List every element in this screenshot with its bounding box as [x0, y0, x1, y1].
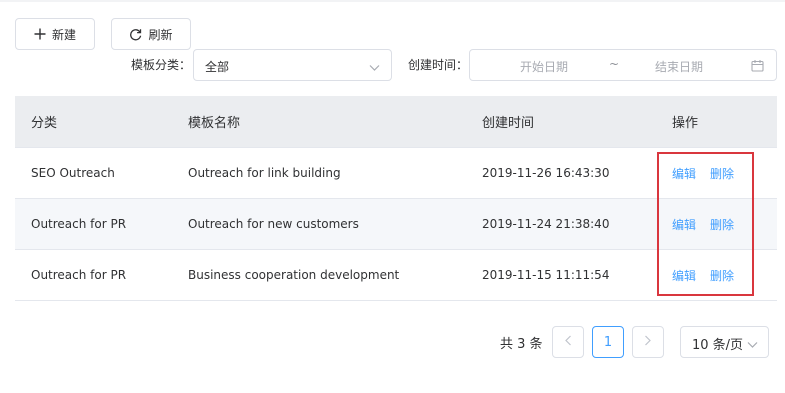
header-category: 分类	[31, 116, 58, 131]
chevron-down-icon	[369, 61, 380, 75]
category-select-value: 全部	[205, 60, 230, 74]
row-category: Outreach for PR	[31, 217, 127, 231]
row-category: SEO Outreach	[31, 166, 115, 180]
row-created-time: 2019-11-24 21:38:40	[482, 217, 610, 231]
category-filter-label: 模板分类：	[131, 58, 192, 72]
chevron-right-icon	[644, 335, 652, 349]
plus-icon	[34, 28, 46, 40]
refresh-icon	[129, 28, 142, 41]
table-header: 分类 模板名称 创建时间 操作	[15, 96, 777, 148]
page-size-value: 10 条/页	[692, 338, 744, 353]
page-size-select[interactable]: 10 条/页	[680, 326, 769, 358]
prev-page-button[interactable]	[552, 326, 584, 358]
header-actions: 操作	[672, 116, 699, 131]
next-page-button[interactable]	[632, 326, 664, 358]
date-filter-label: 创建时间：	[408, 58, 469, 72]
calendar-icon	[751, 59, 764, 75]
new-button[interactable]: 新建	[15, 18, 95, 50]
actions-highlight-box	[657, 152, 754, 296]
end-date-input[interactable]: 结束日期	[655, 58, 703, 75]
start-date-input[interactable]: 开始日期	[520, 58, 568, 75]
row-category: Outreach for PR	[31, 268, 127, 282]
row-template-name: Outreach for link building	[188, 166, 341, 180]
chevron-down-icon	[747, 338, 758, 352]
pagination-total: 共 3 条	[500, 337, 543, 352]
page-button-current[interactable]: 1	[592, 326, 624, 358]
category-select[interactable]: 全部	[193, 49, 392, 81]
date-separator: ~	[609, 57, 620, 71]
new-button-label: 新建	[51, 27, 76, 42]
row-created-time: 2019-11-26 16:43:30	[482, 166, 610, 180]
row-created-time: 2019-11-15 11:11:54	[482, 268, 610, 282]
header-template-name: 模板名称	[188, 116, 241, 131]
row-template-name: Business cooperation development	[188, 268, 400, 282]
header-created-time: 创建时间	[482, 116, 535, 131]
refresh-button[interactable]: 刷新	[111, 18, 191, 50]
row-template-name: Outreach for new customers	[188, 217, 359, 231]
chevron-left-icon	[564, 335, 572, 349]
refresh-button-label: 刷新	[148, 27, 173, 42]
top-divider	[0, 0, 785, 2]
date-range-picker[interactable]: 开始日期 ~ 结束日期	[469, 49, 777, 81]
